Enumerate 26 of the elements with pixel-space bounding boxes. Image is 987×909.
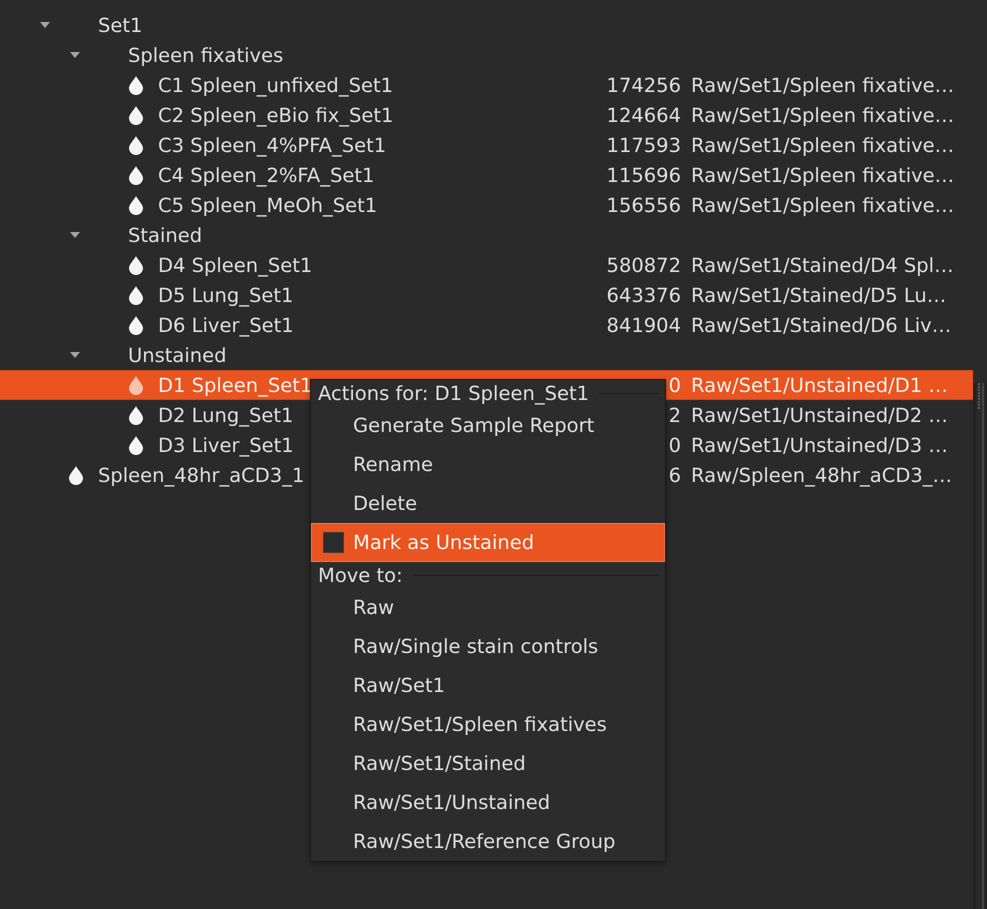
path-label: Raw/Set1/Spleen fixative… xyxy=(691,194,954,216)
count-label: 115696 xyxy=(606,164,681,186)
path-label: Raw/Set1/Spleen fixative… xyxy=(691,164,954,186)
path-label: Raw/Spleen_48hr_aCD3_… xyxy=(691,464,952,486)
count-label: 841904 xyxy=(606,314,681,336)
count-label: 117593 xyxy=(606,134,681,156)
path-label: Raw/Set1/Stained/D4 Spl… xyxy=(691,254,954,276)
menu-section-title: Actions for: D1 Spleen_Set1 xyxy=(318,382,589,404)
count-label: 580872 xyxy=(606,254,681,276)
path-label: Raw/Set1/Stained/D6 Liv… xyxy=(691,314,952,336)
menu-section-title: Move to: xyxy=(318,564,403,586)
path-label: Raw/Set1/Unstained/D1 … xyxy=(691,374,948,396)
count-label: 0 xyxy=(668,434,681,456)
count-label: 643376 xyxy=(606,284,681,306)
count-label: 124664 xyxy=(606,104,681,126)
path-label: Raw/Set1/Spleen fixative… xyxy=(691,134,954,156)
path-label: Raw/Set1/Unstained/D2 … xyxy=(691,404,948,426)
path-label: Raw/Set1/Spleen fixative… xyxy=(691,74,954,96)
count-label: 174256 xyxy=(606,74,681,96)
count-label: 0 xyxy=(668,374,681,396)
path-label: Raw/Set1/Spleen fixative… xyxy=(691,104,954,126)
count-label: 156556 xyxy=(606,194,681,216)
count-label: 6 xyxy=(668,464,681,486)
path-label: Raw/Set1/Unstained/D3 … xyxy=(691,434,948,456)
count-label: 2 xyxy=(668,404,681,426)
path-label: Raw/Set1/Stained/D5 Lu… xyxy=(691,284,946,306)
